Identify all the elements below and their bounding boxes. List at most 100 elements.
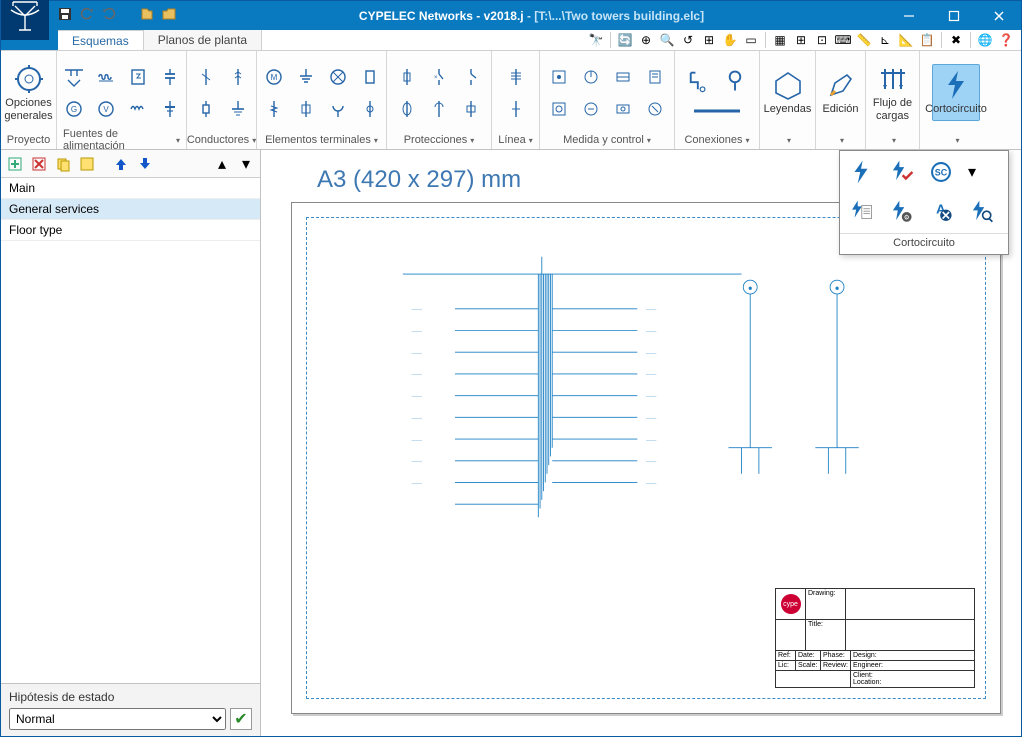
- sc-bolt-gear-icon[interactable]: ⚙: [886, 197, 916, 227]
- prot-rcbo-icon[interactable]: [392, 94, 422, 124]
- grid-icon[interactable]: ▦: [771, 31, 789, 49]
- edicion-button[interactable]: Edición: [817, 65, 865, 119]
- term-motor-icon[interactable]: M: [259, 62, 289, 92]
- group-label-edicion[interactable]: [822, 131, 859, 149]
- group-label-conexiones[interactable]: Conexiones: [681, 131, 753, 149]
- sc-circle-icon[interactable]: SC: [926, 157, 956, 187]
- source-battery-icon[interactable]: [155, 94, 185, 124]
- minimize-button[interactable]: [886, 1, 931, 30]
- meas-3-icon[interactable]: [608, 62, 638, 92]
- group-label-medida[interactable]: Medida y control: [546, 131, 668, 149]
- edit-item-icon[interactable]: [77, 154, 97, 174]
- source-generator-icon[interactable]: G: [59, 94, 89, 124]
- move-down-icon[interactable]: [135, 154, 155, 174]
- group-label-flujo[interactable]: [872, 131, 913, 149]
- meas-5-icon[interactable]: [544, 94, 574, 124]
- print-area-icon[interactable]: ▭: [742, 31, 760, 49]
- term-ground-icon[interactable]: [291, 62, 321, 92]
- canvas[interactable]: A3 (420 x 297) mm: [261, 150, 1021, 736]
- save-icon[interactable]: [57, 6, 73, 25]
- prot-contactor-icon[interactable]: [424, 94, 454, 124]
- prot-switch-icon[interactable]: [456, 62, 486, 92]
- tree-item-floor-type[interactable]: Floor type: [1, 220, 260, 241]
- add-item-icon[interactable]: [5, 154, 25, 174]
- hypothesis-apply-button[interactable]: ✔: [230, 708, 252, 730]
- prot-fuse-icon[interactable]: [392, 62, 422, 92]
- source-transformer-icon[interactable]: [91, 62, 121, 92]
- group-label-protecciones[interactable]: Protecciones: [393, 131, 485, 149]
- meas-8-icon[interactable]: [640, 94, 670, 124]
- leyendas-button[interactable]: Leyendas: [764, 65, 812, 119]
- move-up-icon[interactable]: [111, 154, 131, 174]
- flujo-button[interactable]: Flujo de cargas: [869, 59, 917, 125]
- meas-2-icon[interactable]: [576, 62, 606, 92]
- term-load-icon[interactable]: [355, 62, 385, 92]
- conn-node-icon[interactable]: [684, 66, 714, 96]
- cortocircuito-button[interactable]: Cortocircuito: [932, 64, 980, 120]
- term-generic-icon[interactable]: [355, 94, 385, 124]
- tree-item-main[interactable]: Main: [1, 178, 260, 199]
- opciones-generales-button[interactable]: Opciones generales: [5, 59, 53, 125]
- undo-icon[interactable]: [79, 6, 95, 25]
- sc-bolt-doc-icon[interactable]: [846, 197, 876, 227]
- prot-relay-icon[interactable]: [456, 94, 486, 124]
- sc-bolt-icon[interactable]: [846, 157, 876, 187]
- term-resistor-icon[interactable]: [259, 94, 289, 124]
- source-voltmeter-icon[interactable]: V: [91, 94, 121, 124]
- conductor-cable-icon[interactable]: [191, 62, 221, 92]
- measure-icon[interactable]: 📐: [897, 31, 915, 49]
- delete-item-icon[interactable]: [29, 154, 49, 174]
- meas-1-icon[interactable]: [544, 62, 574, 92]
- source-inductor-icon[interactable]: [123, 94, 153, 124]
- perpendicular-icon[interactable]: ⊾: [876, 31, 894, 49]
- sc-bolt-search-icon[interactable]: [966, 197, 996, 227]
- linea-cable-icon[interactable]: [501, 94, 531, 124]
- recent-files-icon[interactable]: [139, 6, 155, 25]
- layers-icon[interactable]: 📋: [918, 31, 936, 49]
- term-socket-icon[interactable]: [323, 94, 353, 124]
- keyboard-icon[interactable]: ⌨: [834, 31, 852, 49]
- source-external-icon[interactable]: [59, 62, 89, 92]
- config-icon[interactable]: ✖: [947, 31, 965, 49]
- tree-item-general-services[interactable]: General services: [1, 199, 260, 220]
- group-label-elementos[interactable]: Elementos terminales: [263, 131, 380, 149]
- sc-dropdown-arrow-icon[interactable]: ▾: [966, 157, 978, 187]
- dimension-icon[interactable]: 📏: [855, 31, 873, 49]
- hypothesis-select[interactable]: Normal: [9, 708, 226, 730]
- term-heater-icon[interactable]: [291, 94, 321, 124]
- snap-grid-icon[interactable]: ⊞: [792, 31, 810, 49]
- copy-item-icon[interactable]: [53, 154, 73, 174]
- refresh-icon[interactable]: 🔄: [616, 31, 634, 49]
- meas-7-icon[interactable]: [608, 94, 638, 124]
- zoom-extents-icon[interactable]: ⊕: [637, 31, 655, 49]
- tab-esquemas[interactable]: Esquemas: [58, 30, 144, 50]
- group-label-cortocircuito[interactable]: [926, 131, 986, 149]
- pan-icon[interactable]: ✋: [721, 31, 739, 49]
- sc-bolt-check-icon[interactable]: [886, 157, 916, 187]
- linea-overhead-icon[interactable]: [501, 62, 531, 92]
- meas-6-icon[interactable]: [576, 94, 606, 124]
- open-folder-icon[interactable]: [161, 6, 177, 25]
- group-label-conductores[interactable]: Conductores: [193, 131, 250, 149]
- sc-a-cancel-icon[interactable]: A: [926, 197, 956, 227]
- group-label-linea[interactable]: Línea: [498, 131, 533, 149]
- group-label-fuentes[interactable]: Fuentes de alimentación: [63, 131, 180, 149]
- source-capacitor-icon[interactable]: [155, 62, 185, 92]
- zoom-window-icon[interactable]: 🔍: [658, 31, 676, 49]
- ortho-icon[interactable]: ⊡: [813, 31, 831, 49]
- meas-4-icon[interactable]: [640, 62, 670, 92]
- conductor-impedance-icon[interactable]: [191, 94, 221, 124]
- maximize-button[interactable]: [931, 1, 976, 30]
- help-icon[interactable]: ❓: [997, 31, 1015, 49]
- globe-icon[interactable]: 🌐: [976, 31, 994, 49]
- collapse-down-icon[interactable]: ▾: [236, 154, 256, 174]
- collapse-up-icon[interactable]: ▴: [212, 154, 232, 174]
- tab-planos[interactable]: Planos de planta: [144, 30, 262, 50]
- conductor-ground-icon[interactable]: [223, 94, 253, 124]
- conductor-busbar-icon[interactable]: [223, 62, 253, 92]
- conn-pin-icon[interactable]: [720, 66, 750, 96]
- zoom-previous-icon[interactable]: ↺: [679, 31, 697, 49]
- redo-icon[interactable]: [101, 6, 117, 25]
- term-lamp-icon[interactable]: [323, 62, 353, 92]
- binoculars-icon[interactable]: 🔭: [587, 31, 605, 49]
